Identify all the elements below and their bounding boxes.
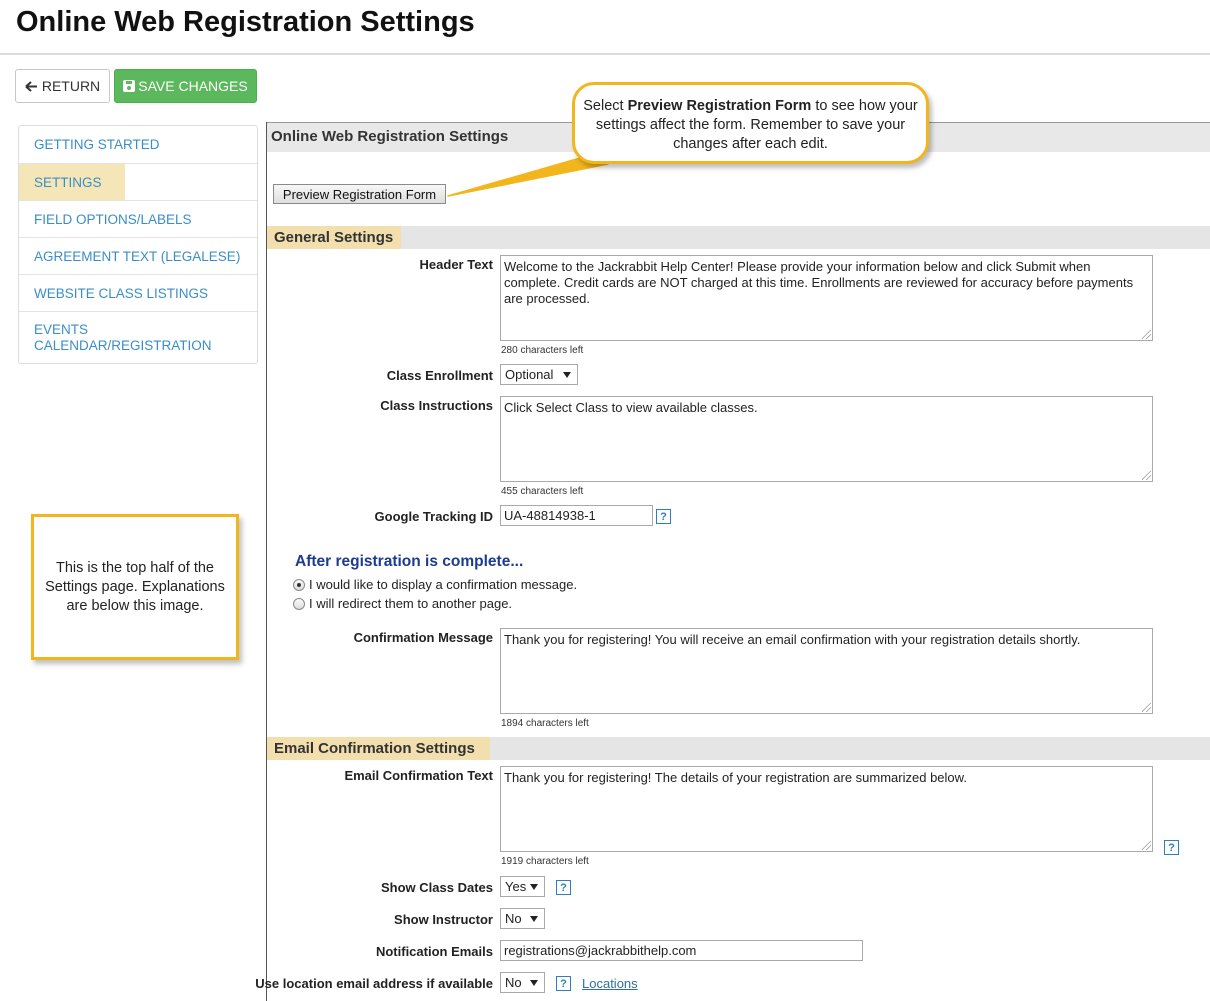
- general-settings-title: General Settings: [267, 226, 401, 249]
- use-location-email-label: Use location email address if available: [255, 976, 493, 991]
- preview-callout: Select Preview Registration Form to see …: [572, 82, 929, 164]
- radio-unselected-icon[interactable]: [293, 597, 305, 610]
- sidebar-item-label: SETTINGS: [34, 174, 102, 190]
- panel-header-title: Online Web Registration Settings: [271, 128, 509, 145]
- show-class-dates-value: Yes: [505, 879, 527, 894]
- return-button-label: RETURN: [41, 78, 101, 94]
- use-location-email-select[interactable]: No: [500, 972, 545, 993]
- sidebar-item-agreement-text[interactable]: AGREEMENT TEXT (LEGALESE): [19, 238, 257, 275]
- page-title: Online Web Registration Settings: [16, 6, 475, 38]
- help-icon[interactable]: ?: [1164, 840, 1179, 855]
- explanation-callout: This is the top half of the Settings pag…: [31, 514, 239, 660]
- email-confirmation-value: Thank you for registering! The details o…: [504, 770, 967, 785]
- show-instructor-select[interactable]: No: [500, 908, 545, 929]
- confirmation-message-label: Confirmation Message: [353, 630, 493, 645]
- google-tracking-label: Google Tracking ID: [374, 509, 493, 524]
- header-text-textarea[interactable]: Welcome to the Jackrabbit Help Center! P…: [500, 255, 1153, 341]
- general-settings-bar: [267, 226, 1210, 249]
- sidebar-item-settings[interactable]: SETTINGS: [19, 164, 257, 201]
- save-button-label: SAVE CHANGES: [138, 78, 248, 94]
- locations-link[interactable]: Locations: [582, 976, 638, 991]
- email-confirmation-textarea[interactable]: Thank you for registering! The details o…: [500, 766, 1153, 852]
- show-class-dates-select[interactable]: Yes: [500, 876, 545, 897]
- explanation-callout-text: This is the top half of the Settings pag…: [45, 559, 225, 614]
- sidebar-item-label: EVENTS CALENDAR/REGISTRATION: [34, 322, 212, 353]
- sidebar-item-website-class-listings[interactable]: WEBSITE CLASS LISTINGS: [19, 275, 257, 312]
- class-enrollment-value: Optional: [505, 367, 554, 382]
- return-button[interactable]: RETURN: [15, 69, 110, 103]
- resize-grip-icon[interactable]: [1142, 330, 1151, 339]
- header-text-label: Header Text: [419, 257, 493, 272]
- display-confirmation-option[interactable]: I would like to display a confirmation m…: [293, 577, 577, 592]
- sidebar-item-label: WEBSITE CLASS LISTINGS: [34, 285, 209, 301]
- resize-grip-icon[interactable]: [1142, 841, 1151, 850]
- class-instructions-label: Class Instructions: [380, 398, 493, 413]
- use-location-email-value: No: [505, 975, 522, 990]
- sidebar-item-field-options[interactable]: FIELD OPTIONS/LABELS: [19, 201, 257, 238]
- display-confirmation-label: I would like to display a confirmation m…: [309, 577, 578, 592]
- class-enrollment-select[interactable]: Optional: [500, 364, 578, 385]
- settings-sidebar: GETTING STARTED SETTINGS FIELD OPTIONS/L…: [18, 125, 258, 364]
- header-text-chars-left: 280 characters left: [501, 345, 584, 356]
- sidebar-item-label: GETTING STARTED: [34, 137, 160, 152]
- class-instructions-textarea[interactable]: Click Select Class to view available cla…: [500, 396, 1153, 482]
- preview-callout-prefix: Select: [583, 98, 628, 114]
- chevron-down-icon: [563, 372, 571, 378]
- chevron-down-icon: [530, 884, 538, 890]
- sidebar-item-events-calendar[interactable]: EVENTS CALENDAR/REGISTRATION: [19, 312, 219, 363]
- help-icon[interactable]: ?: [556, 880, 571, 895]
- preview-registration-form-button[interactable]: Preview Registration Form: [273, 184, 446, 204]
- panel-left-border: [266, 122, 267, 1001]
- class-instructions-value: Click Select Class to view available cla…: [504, 400, 758, 415]
- email-confirmation-chars-left: 1919 characters left: [501, 856, 589, 867]
- help-icon[interactable]: ?: [656, 509, 671, 524]
- show-instructor-label: Show Instructor: [394, 912, 493, 927]
- email-settings-title: Email Confirmation Settings: [267, 737, 490, 760]
- class-instructions-chars-left: 455 characters left: [501, 486, 584, 497]
- title-divider: [0, 53, 1210, 55]
- chevron-down-icon: [530, 916, 538, 922]
- email-confirmation-text-label: Email Confirmation Text: [344, 768, 493, 783]
- help-icon[interactable]: ?: [556, 976, 571, 991]
- google-tracking-input[interactable]: UA-48814938-1: [500, 505, 653, 526]
- radio-selected-icon[interactable]: [293, 578, 305, 591]
- sidebar-item-label: AGREEMENT TEXT (LEGALESE): [34, 248, 241, 264]
- confirmation-message-chars-left: 1894 characters left: [501, 718, 589, 729]
- redirect-option[interactable]: I will redirect them to another page.: [293, 596, 512, 611]
- redirect-label: I will redirect them to another page.: [309, 596, 513, 611]
- resize-grip-icon[interactable]: [1142, 471, 1151, 480]
- chevron-down-icon: [530, 980, 538, 986]
- show-class-dates-label: Show Class Dates: [381, 880, 493, 895]
- show-instructor-value: No: [505, 911, 522, 926]
- save-changes-button[interactable]: SAVE CHANGES: [114, 69, 257, 103]
- header-text-value: Welcome to the Jackrabbit Help Center! P…: [504, 259, 1134, 306]
- notification-emails-input[interactable]: registrations@jackrabbithelp.com: [500, 940, 863, 961]
- arrow-left-icon: [25, 80, 37, 92]
- confirmation-message-value: Thank you for registering! You will rece…: [504, 632, 1081, 647]
- class-enrollment-label: Class Enrollment: [386, 368, 493, 383]
- notification-emails-label: Notification Emails: [375, 944, 493, 959]
- confirmation-message-textarea[interactable]: Thank you for registering! You will rece…: [500, 628, 1153, 714]
- floppy-disk-icon: [123, 80, 136, 92]
- preview-callout-bold: Preview Registration Form: [627, 98, 812, 114]
- sidebar-item-label: FIELD OPTIONS/LABELS: [34, 211, 192, 227]
- sidebar-item-getting-started[interactable]: GETTING STARTED: [19, 126, 257, 164]
- resize-grip-icon[interactable]: [1142, 703, 1151, 712]
- after-registration-heading: After registration is complete...: [295, 553, 524, 570]
